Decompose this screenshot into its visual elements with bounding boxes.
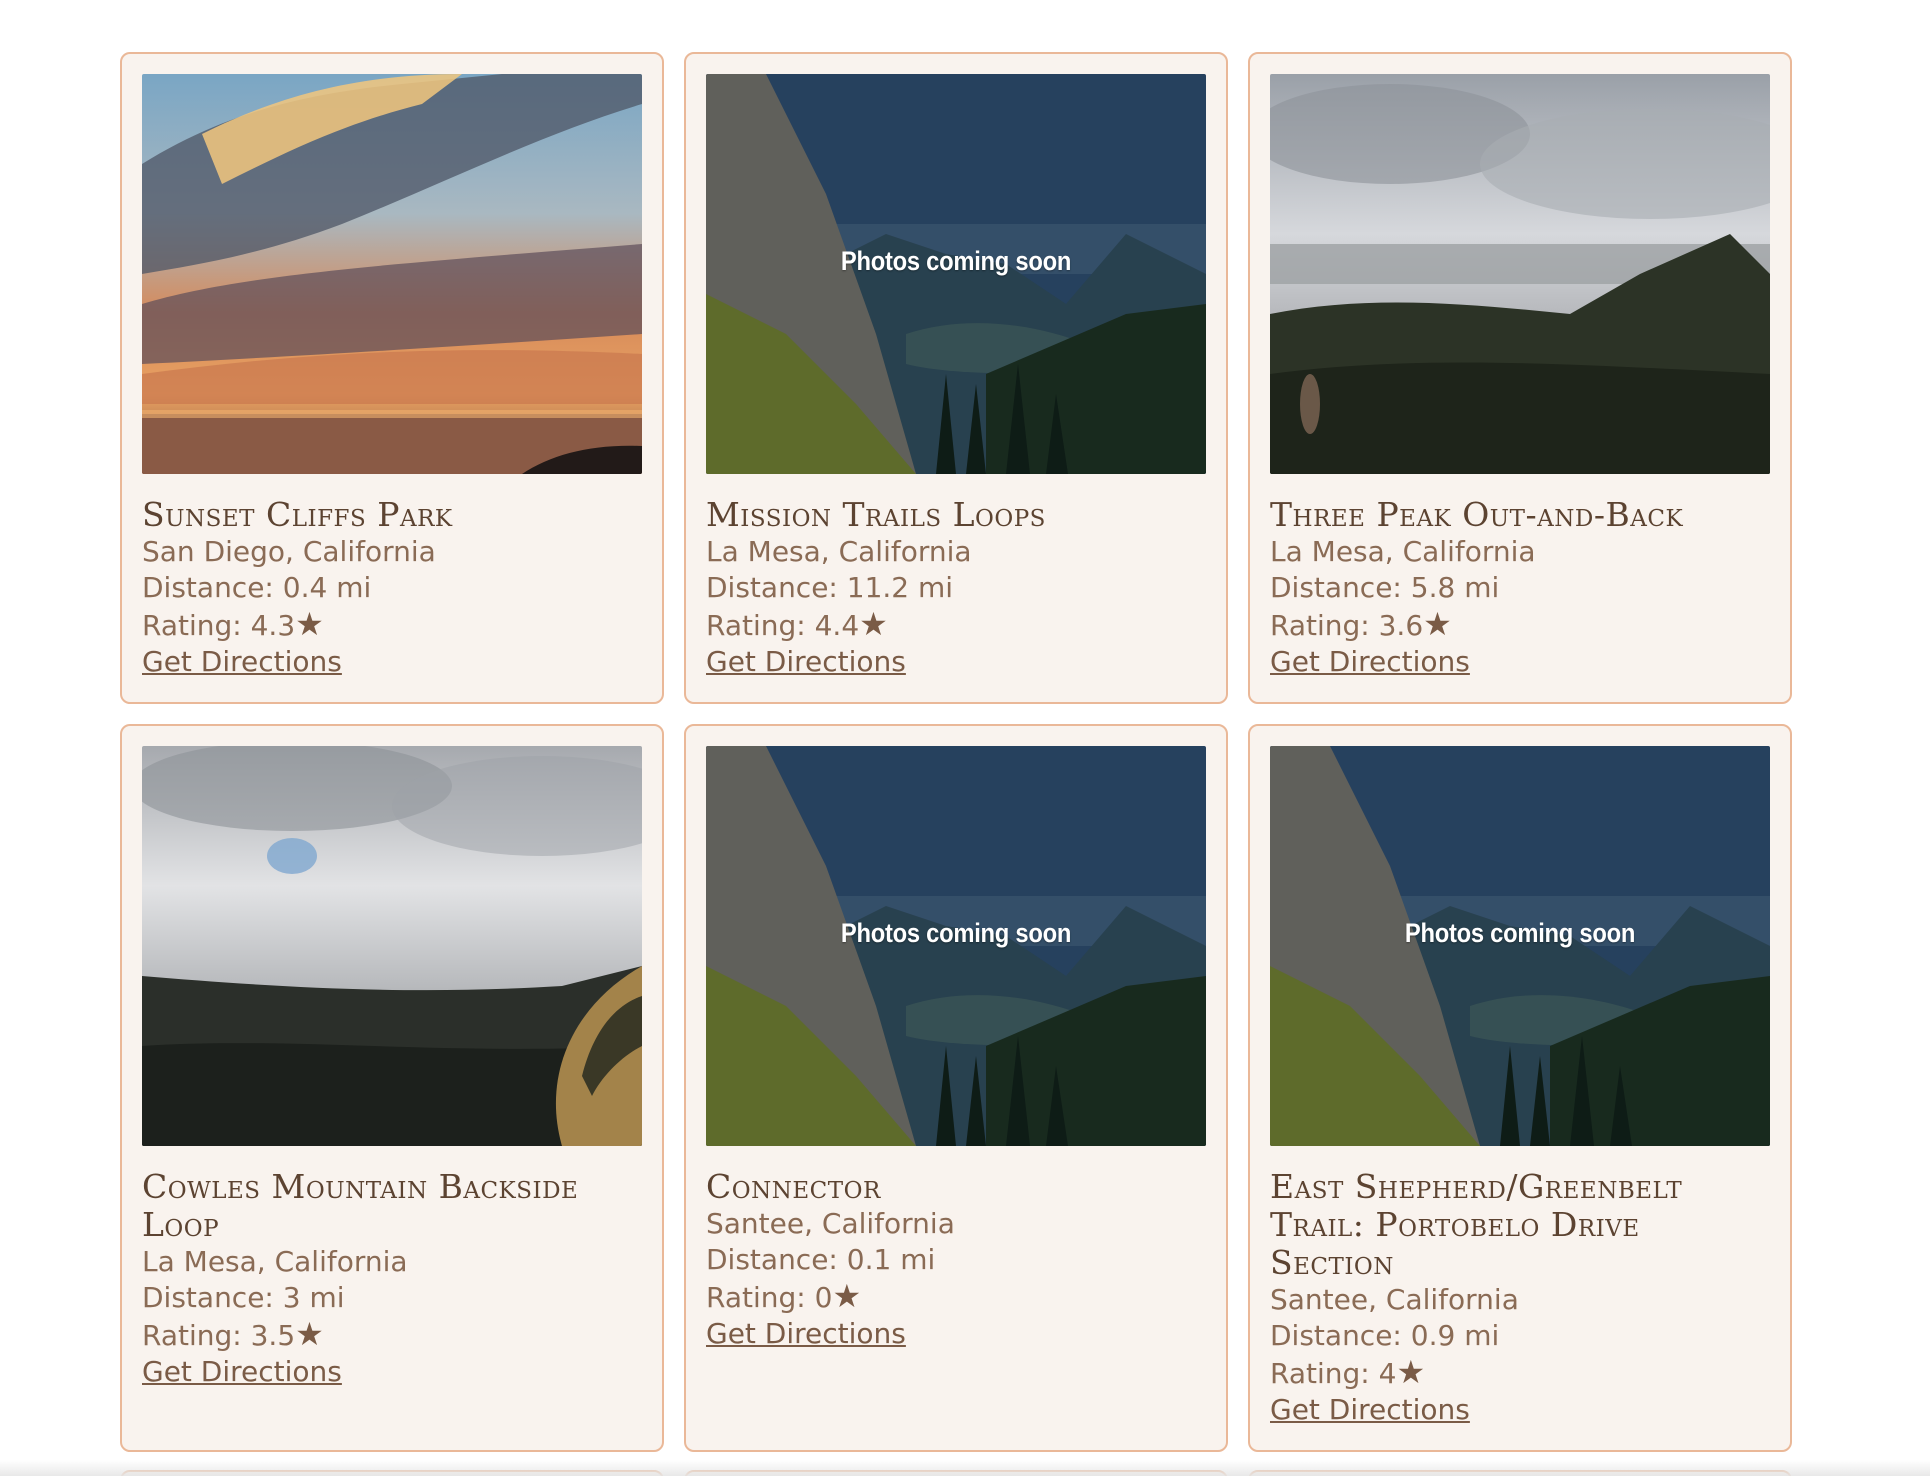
trail-distance: Distance: 0.9 mi	[1270, 1319, 1500, 1352]
trail-name: East Shepherd/Greenbelt Trail: Portobelo…	[1270, 1167, 1683, 1282]
trail-card: Sunset Cliffs Park San Diego, California…	[120, 52, 664, 704]
trail-name: Mission Trails Loops	[706, 495, 1046, 534]
get-directions-link[interactable]: Get Directions	[142, 1354, 342, 1390]
cloudy-valley-photo	[142, 746, 642, 1146]
trail-name: Sunset Cliffs Park	[142, 495, 453, 534]
sunset-photo	[142, 74, 642, 474]
get-directions-link[interactable]: Get Directions	[706, 644, 906, 680]
star-icon: ★	[1423, 605, 1452, 643]
rating-text: Rating: 4	[1270, 1357, 1397, 1390]
star-icon: ★	[295, 1315, 324, 1353]
trail-rating: Rating: 3.6★	[1270, 606, 1770, 644]
trail-card: Photos coming soon East Shepherd/Greenbe…	[1248, 724, 1792, 1452]
trail-name: Three Peak Out-and-Back	[1270, 495, 1684, 534]
trail-distance: Distance: 3 mi	[142, 1281, 345, 1314]
trail-results-page: Sunset Cliffs Park San Diego, California…	[0, 0, 1930, 1476]
trail-card: Photos coming soon Mission Trails Loops …	[684, 52, 1228, 704]
trail-location: Santee, California	[706, 1207, 955, 1240]
rating-text: Rating: 4.3	[142, 609, 296, 642]
trail-distance: Distance: 11.2 mi	[706, 571, 954, 604]
trail-rating: Rating: 0★	[706, 1278, 1206, 1316]
trail-location: La Mesa, California	[142, 1245, 408, 1278]
rating-text: Rating: 0	[706, 1281, 833, 1314]
rating-text: Rating: 3.6	[1270, 609, 1424, 642]
rating-text: Rating: 3.5	[142, 1319, 296, 1352]
trail-location: La Mesa, California	[1270, 535, 1536, 568]
star-icon: ★	[832, 1277, 862, 1315]
star-icon: ★	[859, 605, 888, 643]
bottom-fade	[0, 1460, 1930, 1476]
trail-photo: Photos coming soon	[706, 746, 1206, 1146]
get-directions-link[interactable]: Get Directions	[706, 1316, 906, 1352]
trail-card: Cowles Mountain Backside Loop La Mesa, C…	[120, 724, 664, 1452]
cloudy-peak-photo	[1270, 74, 1770, 474]
trail-card: Three Peak Out-and-Back La Mesa, Califor…	[1248, 52, 1792, 704]
get-directions-link[interactable]: Get Directions	[1270, 1392, 1470, 1428]
trail-card: Photos coming soon Connector Santee, Cal…	[684, 724, 1228, 1452]
trail-location: La Mesa, California	[706, 535, 972, 568]
get-directions-link[interactable]: Get Directions	[1270, 644, 1470, 680]
rating-text: Rating: 4.4	[706, 609, 860, 642]
trail-rating: Rating: 3.5★	[142, 1316, 642, 1354]
trail-photo	[1270, 74, 1770, 474]
star-icon: ★	[295, 605, 324, 643]
get-directions-link[interactable]: Get Directions	[142, 644, 342, 680]
star-icon: ★	[1396, 1353, 1426, 1391]
trail-photo	[142, 74, 642, 474]
photo-caption: Photos coming soon	[840, 246, 1072, 276]
trail-card-grid: Sunset Cliffs Park San Diego, California…	[120, 52, 1792, 1452]
trail-photo: Photos coming soon	[1270, 746, 1770, 1146]
trail-rating: Rating: 4.4★	[706, 606, 1206, 644]
trail-location: San Diego, California	[142, 535, 436, 568]
trail-rating: Rating: 4★	[1270, 1354, 1770, 1392]
trail-rating: Rating: 4.3★	[142, 606, 642, 644]
photo-caption: Photos coming soon	[840, 918, 1072, 948]
trail-name: Connector	[706, 1167, 881, 1206]
photo-caption: Photos coming soon	[1404, 918, 1636, 948]
trail-distance: Distance: 5.8 mi	[1270, 571, 1500, 604]
trail-distance: Distance: 0.4 mi	[142, 571, 372, 604]
trail-photo: Photos coming soon	[706, 74, 1206, 474]
trail-photo	[142, 746, 642, 1146]
trail-location: Santee, California	[1270, 1283, 1519, 1316]
trail-distance: Distance: 0.1 mi	[706, 1243, 936, 1276]
trail-name: Cowles Mountain Backside Loop	[142, 1167, 579, 1244]
